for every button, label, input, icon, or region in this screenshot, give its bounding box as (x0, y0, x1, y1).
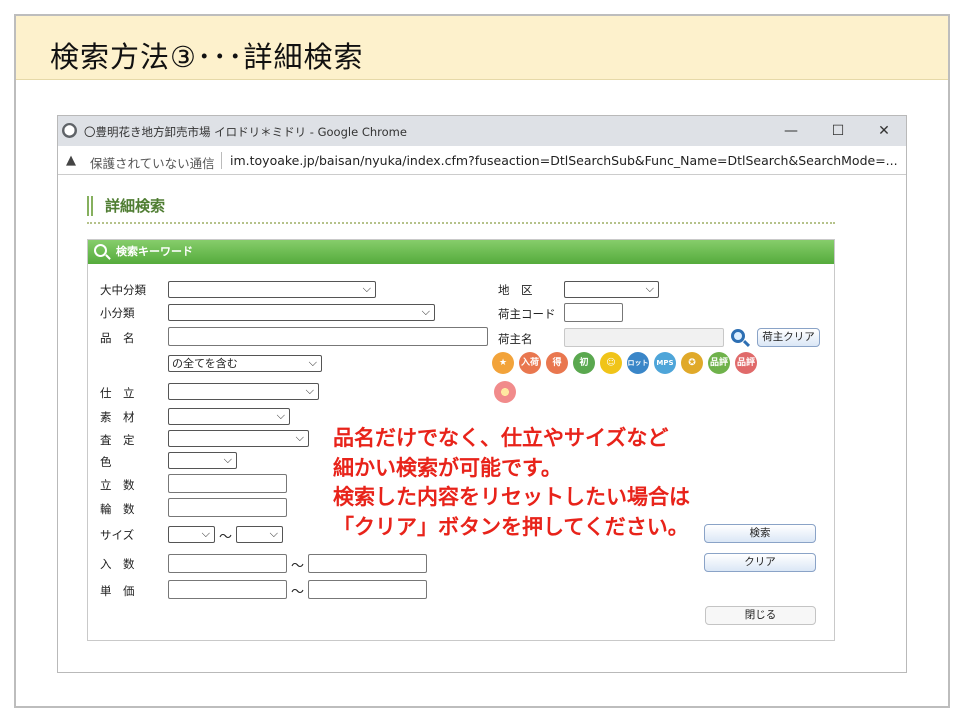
badge-row: ★ 入荷得初 ☺ ロット MPS ✪ 品評 品評 (492, 352, 782, 376)
badge-icon[interactable]: 初 (573, 352, 595, 374)
unit-price-from-input[interactable] (168, 580, 287, 599)
size-from-select[interactable] (168, 526, 215, 543)
shipper-clear-button[interactable]: 荷主クリア (757, 328, 820, 347)
maximize-icon[interactable]: ☐ (823, 119, 853, 143)
color-select[interactable] (168, 452, 237, 469)
grade-select[interactable] (168, 430, 309, 447)
product-name-label: 品 名 (100, 331, 135, 345)
subcategory-label: 小分類 (100, 306, 135, 320)
subcategory-select[interactable] (168, 304, 435, 321)
window-title: 〇豊明花き地方卸売市場 イロドリ＊ミドリ - Google Chrome (84, 125, 407, 139)
shipper-code-label: 荷主コード (498, 307, 556, 321)
badge-icon[interactable]: ☺ (600, 352, 622, 374)
address-separator (221, 152, 222, 169)
slide-header: 検索方法③･･･詳細検索 (16, 16, 948, 80)
category-select[interactable] (168, 281, 376, 298)
shipper-code-input[interactable] (564, 303, 623, 322)
shipper-name-input[interactable] (564, 328, 724, 347)
close-button[interactable]: 閉じる (705, 606, 816, 625)
annotation-line-2: 細かい検索が可能です。 (333, 455, 562, 480)
unit-price-to-input[interactable] (308, 580, 427, 599)
minimize-icon[interactable]: — (776, 119, 806, 143)
slide-title: 検索方法③･･･詳細検索 (50, 40, 364, 74)
badge-icon[interactable]: 得 (546, 352, 568, 374)
badge-icon[interactable]: MPS (654, 352, 676, 374)
badge-icon[interactable]: 品評 (735, 352, 757, 374)
warning-icon[interactable]: ▲ (66, 153, 76, 168)
flower-count-label: 輪 数 (100, 502, 135, 516)
unit-price-label: 単 価 (100, 584, 135, 598)
size-label: サイズ (100, 528, 135, 542)
shipper-search-icon[interactable] (731, 329, 745, 343)
product-match-select[interactable]: の全てを含む (168, 355, 322, 372)
clear-button[interactable]: クリア (704, 553, 816, 572)
close-icon[interactable]: ✕ (869, 119, 899, 143)
product-name-input[interactable] (168, 327, 488, 346)
quantity-label: 入 数 (100, 557, 135, 571)
quantity-to-input[interactable] (308, 554, 427, 573)
address-bar[interactable]: ▲ 保護されていない通信 im.toyoake.jp/baisan/nyuka/… (58, 146, 906, 175)
security-status[interactable]: 保護されていない通信 (90, 153, 215, 172)
badge-icon[interactable]: ロット (627, 352, 649, 374)
annotation-text: 品名だけでなく、仕立やサイズなど 細かい検索が可能です。 検索した内容をリセット… (333, 424, 690, 542)
badge-icon[interactable]: ★ (492, 352, 514, 374)
shipper-name-label: 荷主名 (498, 332, 533, 346)
search-button[interactable]: 検索 (704, 524, 816, 543)
badge-icon[interactable]: 品評 (708, 352, 730, 374)
annotation-line-3: 検索した内容をリセットしたい場合は (333, 485, 690, 509)
url-field[interactable]: im.toyoake.jp/baisan/nyuka/index.cfm?fus… (230, 153, 900, 168)
annotation-line-1: 品名だけでなく、仕立やサイズなど (333, 426, 669, 450)
grade-label: 査 定 (100, 433, 135, 447)
badge-icon[interactable]: ✪ (681, 352, 703, 374)
quantity-range-separator: ～ (291, 559, 305, 574)
size-range-separator: ～ (219, 530, 233, 545)
material-select[interactable] (168, 408, 290, 425)
material-label: 素 材 (100, 410, 135, 424)
size-to-select[interactable] (236, 526, 283, 543)
heading-divider (87, 222, 835, 224)
finish-select[interactable] (168, 383, 319, 400)
chrome-icon: ⬤ (62, 123, 77, 138)
flower-count-input[interactable] (168, 498, 287, 517)
stand-count-label: 立 数 (100, 478, 135, 492)
quantity-from-input[interactable] (168, 554, 287, 573)
color-label: 色 (100, 455, 112, 469)
region-select[interactable] (564, 281, 659, 298)
region-label: 地 区 (498, 283, 533, 297)
panel-title: 検索キーワード (116, 245, 193, 258)
browser-titlebar: ⬤ 〇豊明花き地方卸売市場 イロドリ＊ミドリ - Google Chrome —… (58, 116, 906, 146)
flower-icon[interactable] (494, 381, 516, 403)
panel-header: 検索キーワード (88, 240, 834, 264)
annotation-line-4: 「クリア」ボタンを押してください。 (333, 514, 689, 539)
product-match-value: の全てを含む (172, 357, 238, 370)
unit-price-range-separator: ～ (291, 585, 305, 600)
search-icon (94, 244, 107, 257)
page-heading: 詳細検索 (87, 196, 165, 216)
stand-count-input[interactable] (168, 474, 287, 493)
badge-icon[interactable]: 入荷 (519, 352, 541, 374)
category-label: 大中分類 (100, 283, 146, 297)
finish-label: 仕 立 (100, 386, 135, 400)
